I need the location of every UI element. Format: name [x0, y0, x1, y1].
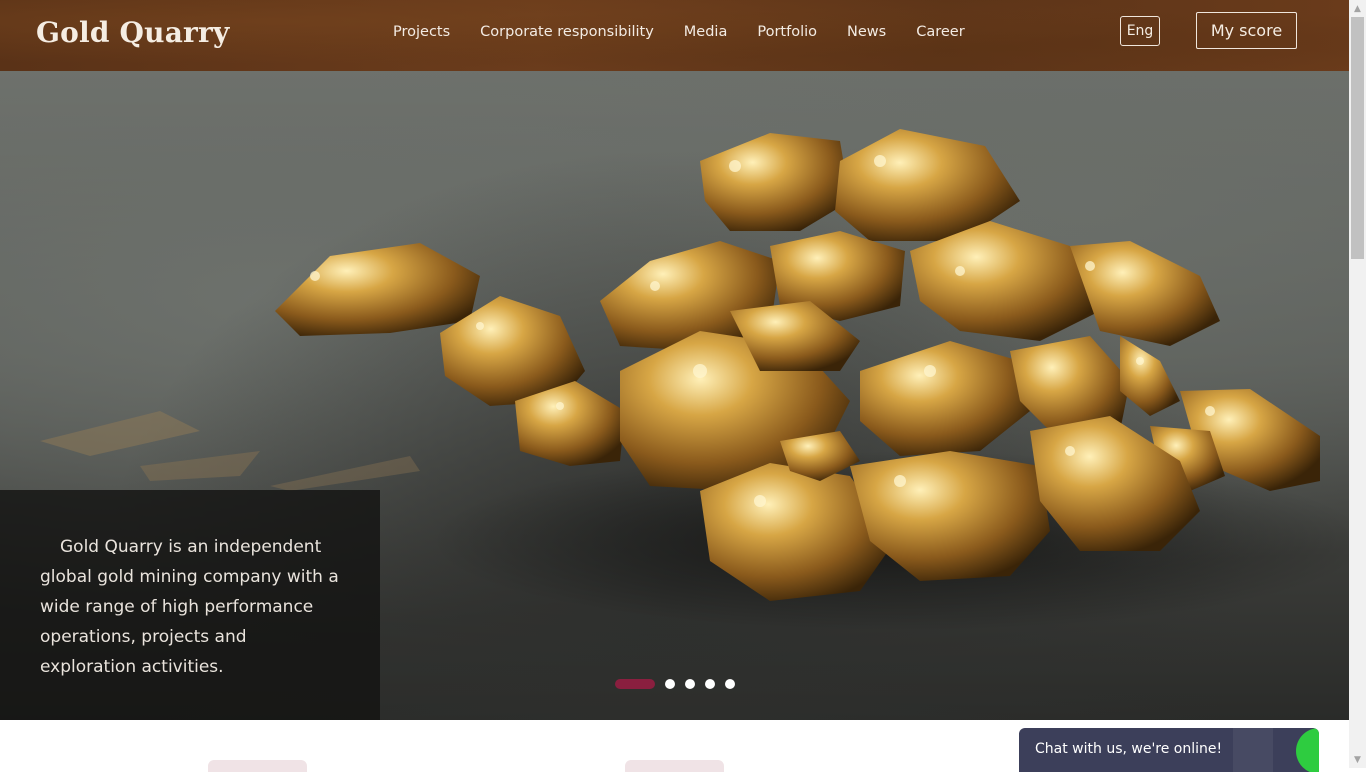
slider-dot-4[interactable]: [705, 679, 715, 689]
nav-link-news[interactable]: News: [847, 24, 886, 40]
slider-pagination: [615, 679, 735, 689]
scroll-up-arrow-icon[interactable]: ▲: [1349, 0, 1366, 17]
nav-link-portfolio[interactable]: Portfolio: [757, 24, 817, 40]
scroll-down-arrow-icon[interactable]: ▼: [1349, 751, 1366, 768]
site-header: Gold Quarry Projects Corporate responsib…: [0, 0, 1349, 71]
nav-link-career[interactable]: Career: [916, 24, 964, 40]
nav-link-media[interactable]: Media: [684, 24, 728, 40]
content-tab-stub-2[interactable]: [625, 760, 724, 772]
my-score-button[interactable]: My score: [1196, 12, 1297, 49]
chat-widget-label: Chat with us, we're online!: [1035, 741, 1223, 757]
page-scrollbar[interactable]: ▲ ▼: [1349, 0, 1366, 768]
slider-dot-3[interactable]: [685, 679, 695, 689]
site-logo[interactable]: Gold Quarry: [36, 16, 229, 49]
slider-dot-2[interactable]: [665, 679, 675, 689]
slider-dot-5[interactable]: [725, 679, 735, 689]
chat-widget[interactable]: Chat with us, we're online!: [1019, 728, 1319, 772]
hero-slider: Gold Quarry is an independent global gol…: [0, 71, 1349, 720]
chat-widget-shade: [1233, 728, 1273, 772]
language-button[interactable]: Eng: [1120, 16, 1160, 46]
scrollbar-thumb[interactable]: [1351, 17, 1364, 259]
slider-dot-1[interactable]: [615, 679, 655, 689]
content-tab-stub-1[interactable]: [208, 760, 307, 772]
online-status-icon: [1296, 728, 1319, 772]
nav-link-projects[interactable]: Projects: [393, 24, 450, 40]
main-nav: Projects Corporate responsibility Media …: [378, 24, 980, 40]
hero-caption: Gold Quarry is an independent global gol…: [0, 490, 380, 720]
nav-link-corporate-responsibility[interactable]: Corporate responsibility: [480, 24, 654, 40]
